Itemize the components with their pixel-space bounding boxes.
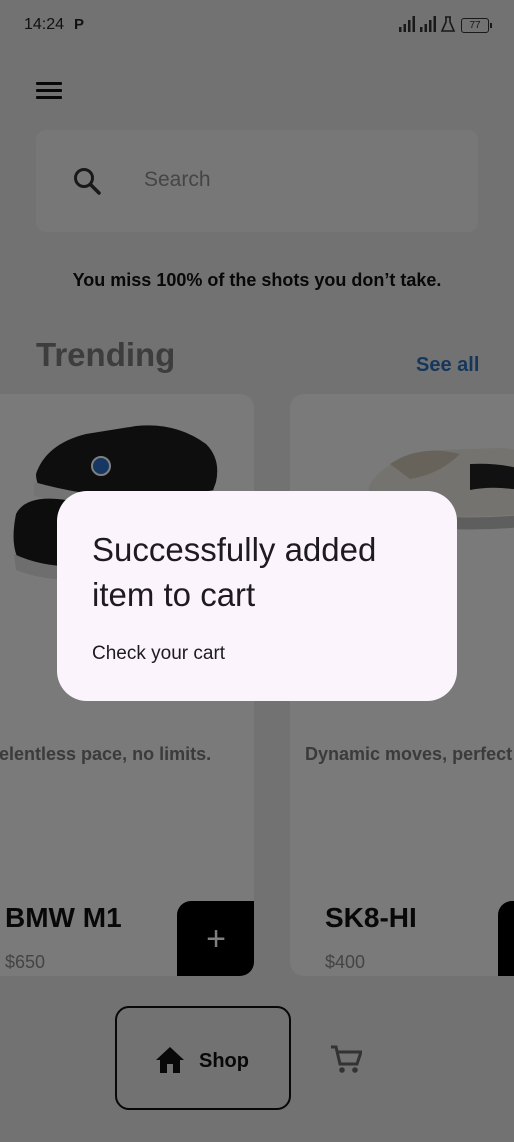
confirmation-dialog: Successfully added item to cart Check yo… — [57, 491, 457, 701]
dialog-title: Successfully added item to cart — [92, 531, 377, 613]
dialog-message: Check your cart — [92, 643, 226, 664]
